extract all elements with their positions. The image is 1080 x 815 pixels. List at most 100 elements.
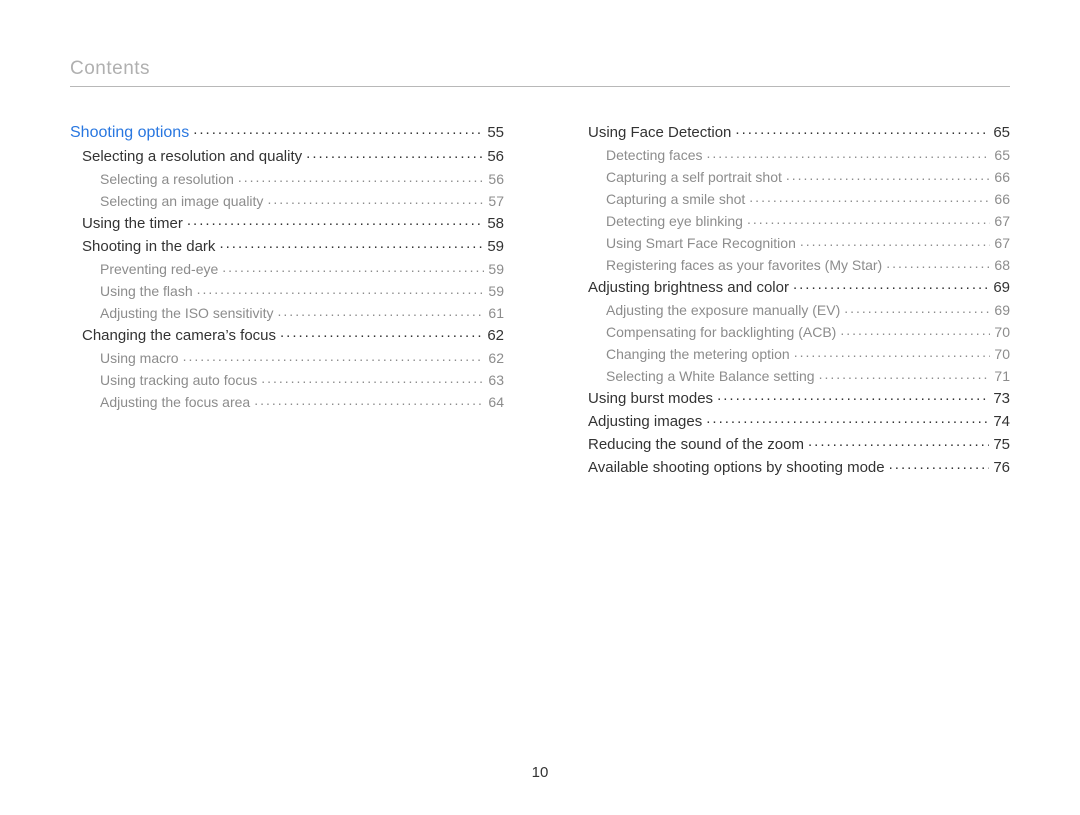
toc-entry-page: 70 — [990, 325, 1010, 339]
toc-entry[interactable]: Using the flash 59 — [70, 280, 504, 298]
toc-leader-dots — [183, 347, 485, 363]
toc-leader-dots — [254, 391, 484, 407]
toc-leader-dots — [886, 254, 990, 270]
toc-leader-dots — [238, 168, 485, 184]
toc-entry[interactable]: Selecting a resolution56 — [70, 168, 504, 186]
toc-entry[interactable]: Using tracking auto focus 63 — [70, 369, 504, 387]
toc-leader-dots — [717, 387, 989, 403]
toc-leader-dots — [222, 258, 484, 274]
toc-entry[interactable]: Changing the metering option 70 — [576, 343, 1010, 361]
toc-entry-page: 66 — [990, 170, 1010, 184]
toc-entry-label: Using burst modes — [588, 391, 717, 406]
toc-entry[interactable]: Detecting faces 65 — [576, 144, 1010, 162]
toc-entry-label: Capturing a self portrait shot — [606, 170, 786, 184]
toc-leader-dots — [193, 121, 483, 137]
toc-column-left: Shooting options55 Selecting a resolution… — [70, 121, 504, 479]
toc-leader-dots — [808, 433, 989, 449]
toc-leader-dots — [889, 456, 990, 472]
toc-leader-dots — [187, 212, 483, 228]
toc-entry-label: Compensating for backlighting (ACB) — [606, 325, 840, 339]
toc-leader-dots — [819, 365, 991, 381]
toc-entry[interactable]: Capturing a self portrait shot 66 — [576, 166, 1010, 184]
toc-entry[interactable]: Available shooting options by shooting m… — [576, 456, 1010, 475]
toc-entry-label: Adjusting images — [588, 414, 706, 429]
toc-entry[interactable]: Using Smart Face Recognition 67 — [576, 232, 1010, 250]
toc-entry-label: Detecting faces — [606, 148, 707, 162]
toc-entry[interactable]: Shooting in the dark59 — [70, 235, 504, 254]
toc-entry-label: Adjusting the exposure manually (EV) — [606, 303, 844, 317]
toc-entry-page: 56 — [483, 149, 504, 164]
toc-entry-label: Preventing red-eye — [100, 262, 222, 276]
toc-entry-page: 69 — [990, 303, 1010, 317]
toc-entry-page: 65 — [990, 148, 1010, 162]
toc-entry[interactable]: Using the timer 58 — [70, 212, 504, 231]
toc-entry-label: Changing the camera’s focus — [82, 328, 280, 343]
toc-leader-dots — [749, 188, 990, 204]
toc-entry-page: 57 — [484, 194, 504, 208]
toc-entry-label: Registering faces as your favorites (My … — [606, 258, 886, 272]
toc-entry[interactable]: Registering faces as your favorites (My … — [576, 254, 1010, 272]
toc-entry-page: 59 — [484, 284, 504, 298]
toc-entry-page: 67 — [990, 214, 1010, 228]
toc-column-right: Using Face Detection65 Detecting faces 65 C… — [576, 121, 1010, 479]
toc-leader-dots — [261, 369, 484, 385]
toc-entry[interactable]: Using Face Detection65 — [576, 121, 1010, 140]
toc-entry-page: 59 — [484, 262, 504, 276]
toc-entry-page: 70 — [990, 347, 1010, 361]
toc-entry[interactable]: Using burst modes 73 — [576, 387, 1010, 406]
footer-page-number: 10 — [0, 764, 1080, 781]
toc-entry[interactable]: Shooting options55 — [70, 121, 504, 141]
toc-entry-page: 58 — [483, 216, 504, 231]
toc-entry-page: 67 — [990, 236, 1010, 250]
toc-leader-dots — [278, 302, 485, 318]
toc-entry-page: 68 — [990, 258, 1010, 272]
toc-leader-dots — [735, 121, 989, 137]
toc-entry[interactable]: Using macro62 — [70, 347, 504, 365]
toc-entry-label: Adjusting the focus area — [100, 395, 254, 409]
toc-entry[interactable]: Changing the camera’s focus62 — [70, 324, 504, 343]
toc-entry-page: 73 — [989, 391, 1010, 406]
toc-entry[interactable]: Adjusting images 74 — [576, 410, 1010, 429]
toc-entry[interactable]: Preventing red-eye 59 — [70, 258, 504, 276]
toc-entry-label: Using the timer — [82, 216, 187, 231]
toc-leader-dots — [793, 276, 989, 292]
toc-entry-label: Reducing the sound of the zoom — [588, 437, 808, 452]
toc-entry-label: Shooting options — [70, 125, 193, 141]
page-container: Contents Shooting options55Selecting a r… — [0, 0, 1080, 815]
toc-entry[interactable]: Reducing the sound of the zoom 75 — [576, 433, 1010, 452]
toc-entry[interactable]: Detecting eye blinking 67 — [576, 210, 1010, 228]
toc-entry-label: Selecting an image quality — [100, 194, 267, 208]
toc-leader-dots — [706, 410, 989, 426]
toc-leader-dots — [786, 166, 991, 182]
toc-entry-page: 56 — [484, 172, 504, 186]
toc-entry-page: 75 — [989, 437, 1010, 452]
toc-entry-label: Changing the metering option — [606, 347, 794, 361]
toc-entry-page: 62 — [484, 351, 504, 365]
toc-leader-dots — [306, 145, 483, 161]
toc-entry-label: Using Smart Face Recognition — [606, 236, 800, 250]
toc-entry-label: Detecting eye blinking — [606, 214, 747, 228]
toc-entry-page: 74 — [989, 414, 1010, 429]
toc-entry-label: Using tracking auto focus — [100, 373, 261, 387]
toc-entry-label: Selecting a White Balance setting — [606, 369, 819, 383]
toc-columns: Shooting options55 Selecting a resolution… — [70, 121, 1010, 479]
toc-leader-dots — [844, 299, 990, 315]
toc-entry[interactable]: Adjusting the exposure manually (EV) 69 — [576, 299, 1010, 317]
toc-entry-label: Using the flash — [100, 284, 197, 298]
toc-leader-dots — [219, 235, 483, 251]
toc-entry-label: Selecting a resolution and quality — [82, 149, 306, 164]
toc-entry-label: Available shooting options by shooting m… — [588, 460, 889, 475]
toc-entry[interactable]: Selecting an image quality 57 — [70, 190, 504, 208]
toc-entry[interactable]: Capturing a smile shot66 — [576, 188, 1010, 206]
toc-entry[interactable]: Adjusting the focus area64 — [70, 391, 504, 409]
toc-entry[interactable]: Selecting a resolution and quality 56 — [70, 145, 504, 164]
toc-entry[interactable]: Adjusting brightness and color69 — [576, 276, 1010, 295]
toc-entry-label: Shooting in the dark — [82, 239, 219, 254]
toc-entry[interactable]: Adjusting the ISO sensitivity61 — [70, 302, 504, 320]
toc-entry-page: 63 — [484, 373, 504, 387]
toc-entry[interactable]: Compensating for backlighting (ACB) 70 — [576, 321, 1010, 339]
toc-leader-dots — [197, 280, 485, 296]
toc-entry-label: Capturing a smile shot — [606, 192, 749, 206]
toc-entry[interactable]: Selecting a White Balance setting71 — [576, 365, 1010, 383]
toc-leader-dots — [707, 144, 991, 160]
